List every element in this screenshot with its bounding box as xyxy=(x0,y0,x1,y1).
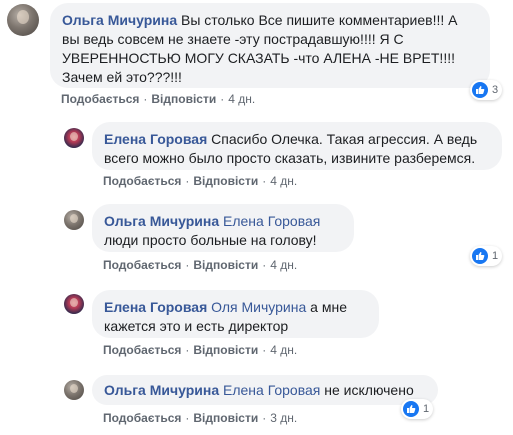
separator: · xyxy=(185,411,190,425)
separator: · xyxy=(262,258,267,272)
separator: · xyxy=(185,174,190,188)
comment-author[interactable]: Ольга Мичурина xyxy=(104,213,219,229)
reaction-number: 1 xyxy=(492,250,499,262)
separator: · xyxy=(262,411,267,425)
comment-text: не исключено xyxy=(324,382,414,398)
like-button[interactable]: Подобається xyxy=(103,258,181,272)
comment-mention[interactable]: Елена Горовая xyxy=(223,382,320,398)
separator: · xyxy=(262,174,267,188)
separator: · xyxy=(220,92,225,106)
timestamp[interactable]: 4 дн. xyxy=(270,174,297,188)
comment-mention[interactable]: Елена Горовая xyxy=(223,213,320,229)
comment-author[interactable]: Елена Горовая xyxy=(104,131,207,147)
avatar[interactable] xyxy=(64,294,84,314)
comment-actions: Подобається · Відповісти · 4 дн. xyxy=(103,343,297,357)
reply-button[interactable]: Відповісти xyxy=(151,92,216,106)
comment-actions: Подобається · Відповісти · 3 дн. xyxy=(103,411,297,425)
like-button[interactable]: Подобається xyxy=(103,343,181,357)
like-button[interactable]: Подобається xyxy=(103,411,181,425)
comment-author[interactable]: Елена Горовая xyxy=(104,299,207,315)
separator: · xyxy=(185,258,190,272)
like-button[interactable]: Подобається xyxy=(61,92,139,106)
comment-author[interactable]: Ольга Мичурина xyxy=(62,12,177,28)
reaction-number: 3 xyxy=(492,84,499,96)
avatar[interactable] xyxy=(7,4,39,36)
reaction-count[interactable]: 1 xyxy=(470,246,503,266)
comment-bubble: Елена Горовая Спасибо Олечка. Такая агре… xyxy=(92,122,502,170)
reply-button[interactable]: Відповісти xyxy=(193,343,258,357)
comment-bubble: Ольга Мичурина Елена Горовая люди просто… xyxy=(92,204,354,252)
like-button[interactable]: Подобається xyxy=(103,174,181,188)
timestamp[interactable]: 4 дн. xyxy=(270,343,297,357)
reply-button[interactable]: Відповісти xyxy=(193,411,258,425)
comment-bubble: Ольга Мичурина Елена Горовая не исключен… xyxy=(92,375,438,405)
comment-actions: Подобається · Відповісти · 4 дн. xyxy=(103,258,297,272)
comment-bubble: Елена Горовая Оля Мичурина а мне кажется… xyxy=(92,290,379,338)
comment-actions: Подобається · Відповісти · 4 дн. xyxy=(61,92,255,106)
timestamp[interactable]: 4 дн. xyxy=(228,92,255,106)
separator: · xyxy=(143,92,148,106)
separator: · xyxy=(185,343,190,357)
reaction-count[interactable]: 3 xyxy=(470,80,503,100)
comment-actions: Подобається · Відповісти · 4 дн. xyxy=(103,174,297,188)
reply-button[interactable]: Відповісти xyxy=(193,258,258,272)
reaction-count[interactable]: 1 xyxy=(401,399,434,419)
comment-bubble: Ольга Мичурина Вы столько Все пишите ком… xyxy=(50,3,490,88)
timestamp[interactable]: 3 дн. xyxy=(270,411,297,425)
avatar[interactable] xyxy=(64,380,84,400)
reaction-number: 1 xyxy=(423,403,430,415)
like-icon xyxy=(472,248,488,264)
avatar[interactable] xyxy=(64,128,84,148)
separator: · xyxy=(262,343,267,357)
comment-mention[interactable]: Оля Мичурина xyxy=(211,299,306,315)
avatar[interactable] xyxy=(64,210,84,230)
timestamp[interactable]: 4 дн. xyxy=(270,258,297,272)
like-icon xyxy=(472,82,488,98)
like-icon xyxy=(403,401,419,417)
comment-text: люди просто больные на голову! xyxy=(104,232,317,248)
comment-author[interactable]: Ольга Мичурина xyxy=(104,382,219,398)
reply-button[interactable]: Відповісти xyxy=(193,174,258,188)
